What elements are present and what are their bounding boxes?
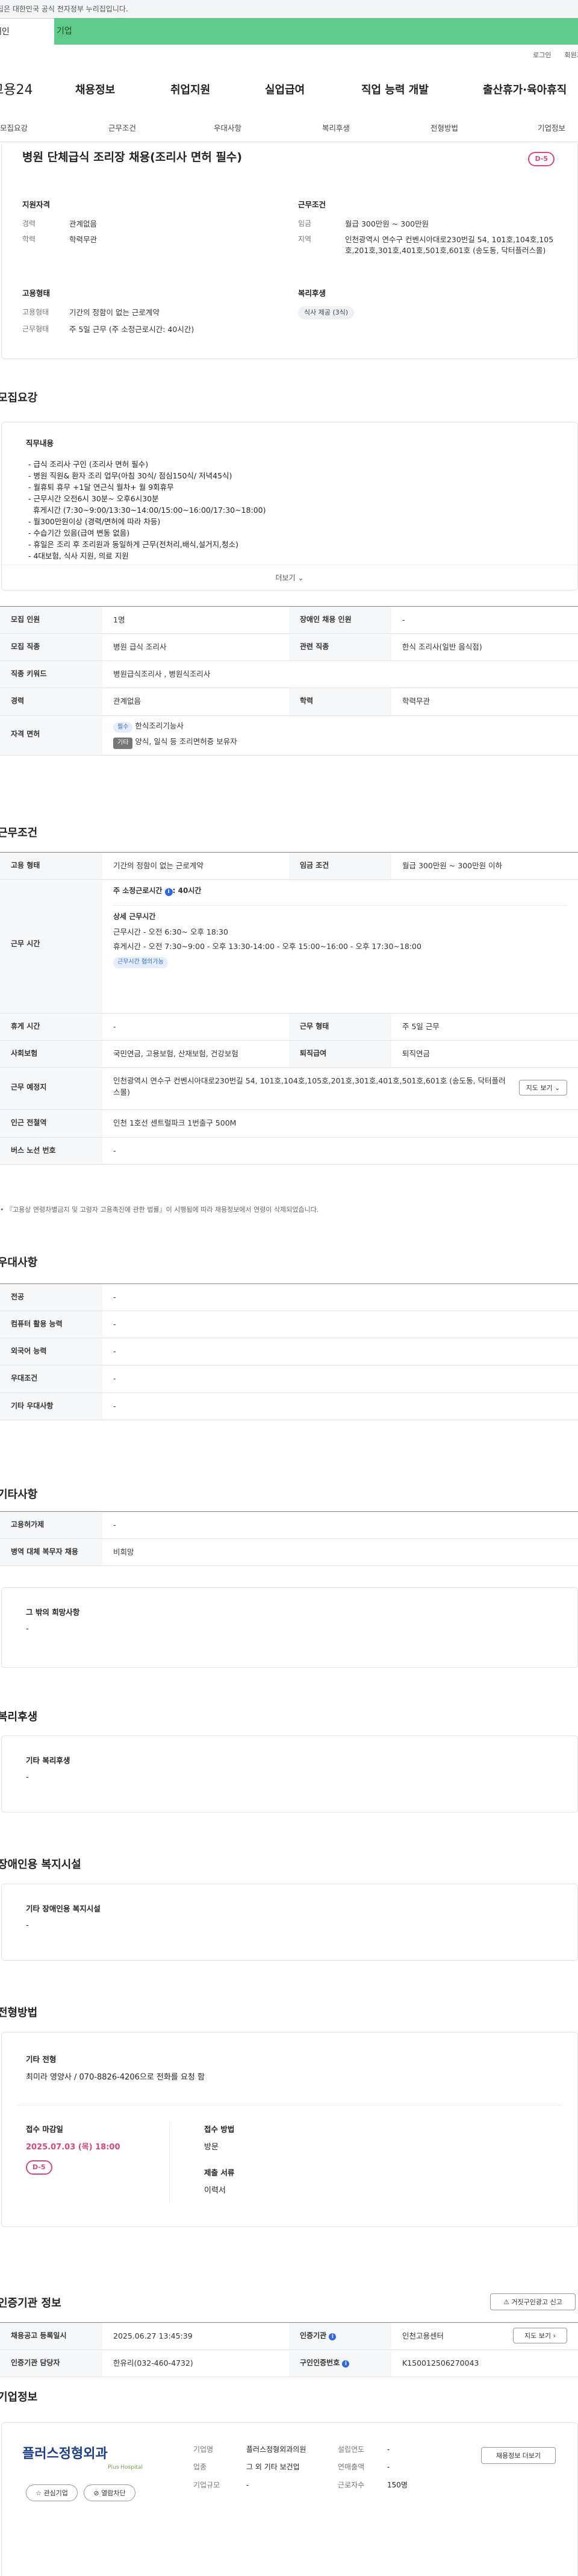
table-row: 컴퓨터 활용 능력 - [0, 1311, 578, 1339]
subnav-recruit[interactable]: 모집요강 [0, 123, 28, 134]
agency-heading: 인증기관 정보 [0, 2297, 61, 2310]
gov-banner: 이 누리집은 대한민국 공식 전자정부 누리집입니다. [0, 0, 578, 18]
recruit-table: 모집 인원 1명 장애인 채용 인원 - 모집 직종 병원 급식 조리사 관련 직종 한식 … [0, 606, 578, 756]
etc-tag: 기타 [113, 738, 133, 749]
schedule-tag: 근무시간 협의가능 [113, 957, 168, 968]
table-row: 인증기관 담당자 한유리(032-460-4732) 구인인증번호 i K150012… [0, 2350, 578, 2378]
login-link[interactable]: 로그인 [533, 51, 551, 59]
info-icon[interactable]: i [342, 2360, 350, 2368]
company-logo: 플러스정형외과 Plus Hospital [22, 2446, 143, 2471]
disability-box: 기타 장애인용 복지시설 - [1, 1884, 578, 1961]
table-row: 외국어 능력 - [0, 1338, 578, 1366]
table-row: 전공 - [0, 1284, 578, 1312]
subnav-company[interactable]: 기업정보 [538, 123, 565, 134]
table-row: 자격 면허 필수 한식조리기능사 기타 양식, 일식 등 조리면허증 보유자 [0, 715, 578, 756]
process-heading: 전형방법 [0, 2007, 38, 2019]
subnav-conditions[interactable]: 근무조건 [108, 123, 136, 134]
table-row: 근무 시간 주 소정근로시간 i: 40시간 상세 근무시간 근무시간 - 오전… [0, 880, 578, 1014]
table-row: 휴게 시간 - 근무 형태 주 5일 근무 [0, 1014, 578, 1041]
qual-list: 경력 관계없음 학력 학력무관 [22, 219, 98, 245]
welfare-title: 복리후생 [298, 289, 326, 298]
table-row: 인근 전철역 인천 1호선 센트럴파크 1번출구 500M [0, 1110, 578, 1138]
table-row: 사회보험 국민연금, 고용보험, 산재보험, 건강보험 퇴직급여 퇴직연금 [0, 1041, 578, 1068]
emp-list: 고용형태 기간의 정함이 없는 근로계약 근무형태 주 5일 근무 (주 소정근로시… [22, 308, 194, 334]
table-row: 모집 인원 1명 장애인 채용 인원 - [0, 607, 578, 635]
report-fake-ad-button[interactable]: ⚠ 거짓구인광고 신고 [490, 2293, 576, 2310]
duty-box: 직무내용 - 급식 조리사 구인 (조리사 면허 필수) - 병원 직원& 환자… [1, 422, 578, 591]
agency-table: 채용공고 등록일시 2025.06.27 13:45:39 인증기관 i 인천고용센터… [0, 2322, 578, 2378]
subnav-preferences[interactable]: 우대사항 [214, 123, 241, 134]
age-notice: • 『고용상 연령차별금지 및 고령자 고용촉진에 관한 법률』이 시행됨에 따… [0, 1206, 319, 1214]
table-row: 고용허가제 - [0, 1512, 578, 1540]
cond-title: 근무조건 [298, 200, 326, 209]
table-row: 우대조건 - [0, 1365, 578, 1393]
work-table: 고용 형태 기간의 정함이 없는 근로계약 임금 조건 월급 300만원 ~ 300만… [0, 852, 578, 1165]
welfare-tag: 식사 제공 (3식) [298, 306, 355, 319]
job-summary-card: 병원 단체급식 조리장 채용(조리사 면허 필수) D-5 지원자격 경력 관계없… [1, 142, 578, 359]
nav-employment-support[interactable]: 취업지원 [170, 83, 210, 98]
emp-title: 고용형태 [22, 289, 51, 298]
top-links: 로그인 회원가입 [520, 51, 578, 60]
pref-heading: 우대사항 [0, 1256, 38, 1269]
required-tag: 필수 [113, 721, 133, 733]
table-row: 버스 노선 번호 - [0, 1137, 578, 1165]
subnav-process[interactable]: 전형방법 [430, 123, 458, 134]
table-row: 경력 관계없음 학력 학력무관 [0, 688, 578, 716]
table-row: 기타 우대사항 - [0, 1393, 578, 1420]
favorite-company-button[interactable]: ☆ 관심기업 [26, 2484, 78, 2501]
duty-title: 직무내용 [26, 439, 54, 448]
duty-text: - 급식 조리사 구인 (조리사 면허 필수) - 병원 직원& 환자 조리 업… [28, 460, 266, 560]
welfare-box: 기타 복리후생 - [1, 1735, 578, 1813]
user-type-tabs: 개인 기업 [0, 18, 578, 45]
wish-box: 그 밖의 희망사항 - [1, 1587, 578, 1668]
company-heading: 기업정보 [0, 2391, 38, 2404]
company-info-right: 설립연도 - 연매출액 - 근로자수 150명 [338, 2445, 408, 2489]
job-title: 병원 단체급식 조리장 채용(조리사 면허 필수) [22, 151, 243, 164]
deadline-date: 2025.07.03 (목) 18:00 [26, 2143, 120, 2152]
nav-recruit[interactable]: 채용정보 [75, 83, 115, 98]
deadline-dday: D-5 [26, 2160, 52, 2175]
info-icon[interactable]: i [164, 888, 173, 897]
welfare-heading: 복리후생 [0, 1711, 38, 1723]
nav-unemployment[interactable]: 실업급여 [265, 83, 305, 98]
site-logo[interactable]: 고용24 [0, 81, 33, 100]
recruit-heading: 모집요강 [0, 392, 38, 404]
tab-personal[interactable]: 개인 [0, 18, 54, 45]
pref-table: 전공 - 컴퓨터 활용 능력 - 외국어 능력 - 우대조건 - 기타 우대사항 - [0, 1283, 578, 1420]
process-box: 기타 전형 최미라 영양사 / 070-8826-4206으로 전화를 요청 함… [1, 2032, 578, 2227]
more-button[interactable]: 더보기 ⌄ [2, 573, 577, 583]
signup-link[interactable]: 회원가입 [565, 51, 578, 59]
other-table: 고용허가제 - 병역 대체 복무자 채용 비희망 [0, 1511, 578, 1567]
table-row: 근무 예정지 인천광역시 연수구 컨벤시아대로230번길 54, 101호,10… [0, 1068, 578, 1111]
cond-list: 임금 월급 300만원 ~ 300만원 지역 인천광역시 연수구 컨벤시아대로230… [298, 219, 554, 255]
table-row: 고용 형태 기간의 정함이 없는 근로계약 임금 조건 월급 300만원 ~ 300만… [0, 853, 578, 880]
table-row: 직종 키워드 병원급식조리사 , 병원식조리사 [0, 661, 578, 689]
map-button[interactable]: 지도 보기 ⌄ [519, 1080, 567, 1096]
qual-title: 지원자격 [22, 200, 51, 209]
company-box: 플러스정형외과 Plus Hospital ☆ 관심기업 ⊘ 열람차단 기업명 플… [1, 2422, 578, 2576]
table-row: 병역 대체 복무자 채용 비희망 [0, 1539, 578, 1567]
table-row: 채용공고 등록일시 2025.06.27 13:45:39 인증기관 i 인천고용센터… [0, 2323, 578, 2351]
section-subnav: 모집요강 근무조건 우대사항 복리후생 전형방법 기업정보 [0, 118, 578, 142]
global-nav: 고용24 채용정보 취업지원 실업급여 직업 능력 개발 출산휴가·육아휴직 [0, 81, 578, 102]
company-jobs-button[interactable]: 채용정보 더보기 [481, 2447, 556, 2464]
agency-map-button[interactable]: 지도 보기 › [513, 2328, 567, 2343]
nav-maternity[interactable]: 출산휴가·육아휴직 [483, 83, 567, 98]
dday-badge: D-5 [528, 152, 555, 166]
other-heading: 기타사항 [0, 1488, 38, 1501]
nav-training[interactable]: 직업 능력 개발 [361, 83, 429, 98]
block-company-button[interactable]: ⊘ 열람차단 [84, 2484, 135, 2501]
company-info-left: 기업명 플러스정형외과의원 업종 그 외 기타 보건업 기업규모 - [193, 2445, 306, 2489]
subnav-welfare[interactable]: 복리후생 [322, 123, 350, 134]
disability-heading: 장애인용 복지시설 [0, 1858, 81, 1871]
info-icon[interactable]: i [329, 2333, 337, 2340]
work-heading: 근무조건 [0, 827, 38, 839]
tab-company[interactable]: 기업 [54, 18, 578, 45]
table-row: 모집 직종 병원 급식 조리사 관련 직종 한식 조리사(일반 음식점) [0, 634, 578, 662]
